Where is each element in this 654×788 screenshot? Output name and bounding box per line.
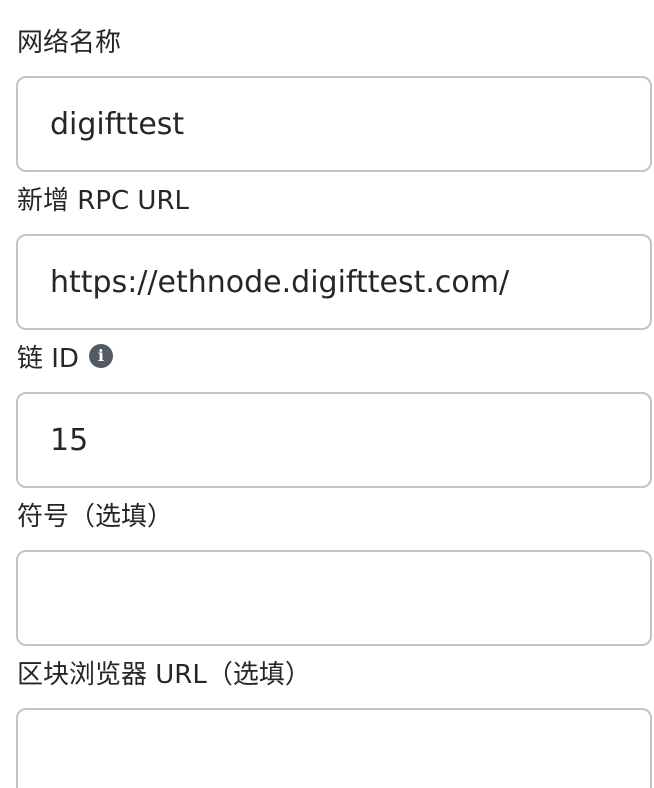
chain-id-label-text: 链 ID [17, 343, 79, 374]
symbol-label-text: 符号（选填） [17, 501, 174, 532]
symbol-label: 符号（选填） [17, 496, 173, 532]
symbol-input[interactable] [16, 550, 652, 646]
chain-id-input[interactable] [16, 392, 652, 488]
rpc-url-label: 新增 RPC URL [17, 180, 189, 216]
block-explorer-url-input[interactable] [16, 708, 652, 788]
info-icon[interactable]: i [88, 344, 113, 368]
network-name-label: 网络名称 [17, 22, 121, 58]
network-name-input[interactable] [16, 76, 652, 172]
rpc-url-input[interactable] [16, 234, 652, 330]
rpc-url-label-text: 新增 RPC URL [17, 185, 190, 216]
chain-id-label: 链 ID i [17, 338, 113, 374]
network-name-label-text: 网络名称 [17, 27, 122, 58]
block-explorer-url-label-text: 区块浏览器 URL（选填） [17, 659, 311, 690]
block-explorer-url-label: 区块浏览器 URL（选填） [17, 654, 311, 690]
